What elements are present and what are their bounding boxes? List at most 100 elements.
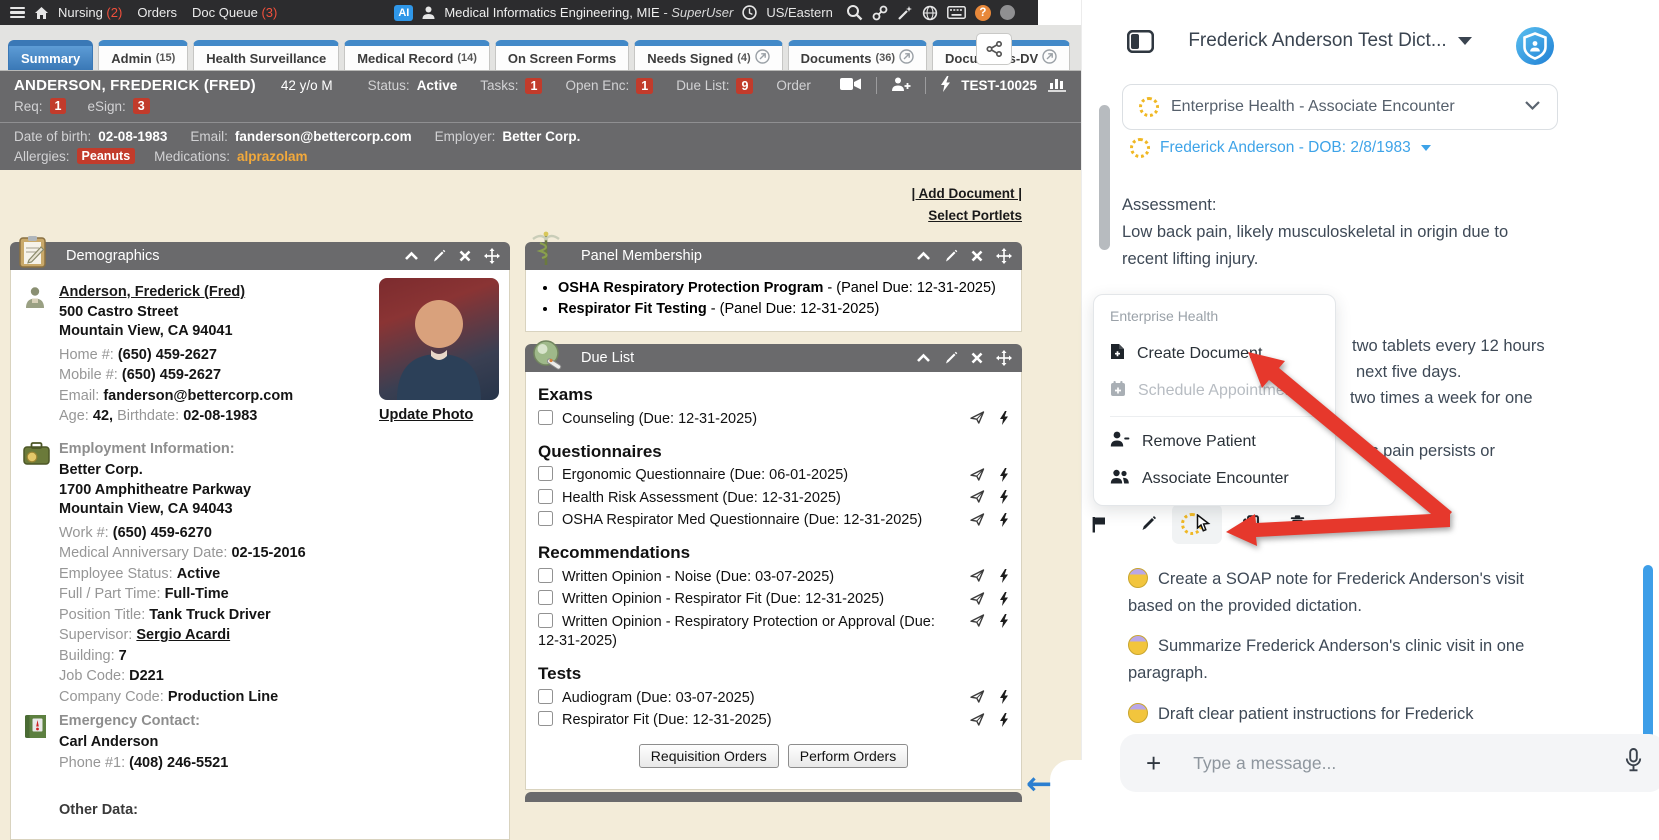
panel-membership-header[interactable]: Panel Membership xyxy=(525,242,1022,270)
timezone-label[interactable]: US/Eastern xyxy=(766,5,832,20)
update-photo-link[interactable]: Update Photo xyxy=(379,407,473,423)
keyboard-icon[interactable] xyxy=(947,6,966,19)
send-icon[interactable] xyxy=(970,713,985,734)
checkbox[interactable] xyxy=(538,511,553,526)
nav-doc-queue[interactable]: Doc Queue (3) xyxy=(192,5,277,20)
bolt-icon[interactable] xyxy=(940,76,951,95)
plus-icon[interactable]: + xyxy=(1146,750,1161,776)
checkbox[interactable] xyxy=(538,466,553,481)
assistant-scrollbar-thumb[interactable] xyxy=(1643,565,1653,740)
nav-nursing[interactable]: Nursing (2) xyxy=(58,5,122,20)
due-list-header[interactable]: Due List xyxy=(525,344,1022,372)
collapse-icon[interactable] xyxy=(404,251,419,261)
due-list-count-badge[interactable]: 9 xyxy=(736,78,753,94)
open-enc-count-badge[interactable]: 1 xyxy=(636,78,653,94)
bolt-icon[interactable] xyxy=(999,614,1009,635)
tab-summary[interactable]: Summary xyxy=(8,40,93,70)
send-icon[interactable] xyxy=(970,513,985,534)
tasks-count-badge[interactable]: 1 xyxy=(525,78,542,94)
tab-needs-signed[interactable]: Needs Signed(4) xyxy=(634,40,782,70)
send-icon[interactable] xyxy=(970,614,985,635)
context-selector[interactable]: Enterprise Health - Associate Encounter xyxy=(1122,84,1558,130)
collapse-icon[interactable] xyxy=(916,353,931,363)
ai-badge[interactable]: AI xyxy=(394,5,413,21)
trash-icon[interactable] xyxy=(1290,515,1305,537)
edit-icon[interactable] xyxy=(944,351,958,365)
caret-down-icon[interactable] xyxy=(1263,522,1273,540)
move-icon[interactable] xyxy=(996,248,1012,264)
perform-orders-button[interactable]: Perform Orders xyxy=(788,744,908,768)
send-icon[interactable] xyxy=(970,411,985,432)
send-icon[interactable] xyxy=(970,690,985,711)
close-icon[interactable] xyxy=(971,250,983,262)
wand-icon[interactable] xyxy=(897,5,913,21)
suggestion-item[interactable]: Create a SOAP note for Frederick Anderso… xyxy=(1128,566,1544,620)
send-icon[interactable] xyxy=(970,468,985,489)
supervisor-link[interactable]: Sergio Acardi xyxy=(136,627,230,643)
popout-icon[interactable] xyxy=(899,49,914,67)
back-icon[interactable]: ← xyxy=(1026,766,1052,802)
checkbox[interactable] xyxy=(538,711,553,726)
bolt-icon[interactable] xyxy=(999,490,1009,511)
add-document-link[interactable]: | Add Document | xyxy=(911,186,1022,201)
patient-name-link[interactable]: Anderson, Frederick (Fred) xyxy=(59,284,245,300)
collapse-icon[interactable] xyxy=(916,251,931,261)
mic-icon[interactable] xyxy=(1624,748,1643,778)
add-user-icon[interactable] xyxy=(891,77,911,95)
menu-item-remove-patient[interactable]: Remove Patient xyxy=(1110,423,1335,460)
bolt-icon[interactable] xyxy=(999,513,1009,534)
bolt-icon[interactable] xyxy=(999,411,1009,432)
checkbox[interactable] xyxy=(538,613,553,628)
panel-scrollbar-thumb[interactable] xyxy=(1099,105,1110,250)
suggestion-item[interactable]: Summarize Frederick Anderson's clinic vi… xyxy=(1128,633,1544,687)
menu-item-associate-encounter[interactable]: Associate Encounter xyxy=(1110,460,1335,497)
edit-icon[interactable] xyxy=(432,249,446,263)
checkbox[interactable] xyxy=(538,689,553,704)
edit-icon[interactable] xyxy=(1140,515,1157,537)
tab-medical-record[interactable]: Medical Record(14) xyxy=(344,40,490,70)
org-name[interactable]: Medical Informatics Engineering, MIE - S… xyxy=(444,5,733,20)
help-icon[interactable]: ? xyxy=(975,5,991,21)
clock-icon[interactable] xyxy=(742,5,757,20)
video-icon[interactable] xyxy=(840,77,862,94)
bolt-icon[interactable] xyxy=(999,569,1009,590)
close-icon[interactable] xyxy=(459,250,471,262)
checkbox[interactable] xyxy=(538,590,553,605)
order-link[interactable]: Order xyxy=(776,78,811,93)
suggestion-item[interactable]: Draft clear patient instructions for Fre… xyxy=(1128,701,1544,728)
esign-count-badge[interactable]: 3 xyxy=(133,98,150,114)
allergy-badge[interactable]: Peanuts xyxy=(77,148,136,164)
tab-on-screen-forms[interactable]: On Screen Forms xyxy=(495,40,629,70)
tab-health-surveillance[interactable]: Health Surveillance xyxy=(193,40,339,70)
bolt-icon[interactable] xyxy=(999,468,1009,489)
demographics-header[interactable]: Demographics xyxy=(10,242,510,270)
checkbox[interactable] xyxy=(538,489,553,504)
copy-icon[interactable] xyxy=(1243,515,1259,537)
bolt-icon[interactable] xyxy=(999,713,1009,734)
tab-documents[interactable]: Documents(36) xyxy=(788,40,927,70)
chart-icon[interactable] xyxy=(1047,76,1067,95)
checkbox[interactable] xyxy=(538,568,553,583)
chart-id[interactable]: TEST-10025 xyxy=(961,78,1037,93)
medication-link[interactable]: alprazolam xyxy=(237,149,308,164)
checkbox[interactable] xyxy=(538,410,553,425)
requisition-orders-button[interactable]: Requisition Orders xyxy=(639,744,779,768)
select-portlets-link[interactable]: Select Portlets xyxy=(928,208,1022,223)
nav-orders[interactable]: Orders xyxy=(137,5,177,20)
edit-icon[interactable] xyxy=(944,249,958,263)
send-icon[interactable] xyxy=(970,569,985,590)
flag-icon[interactable] xyxy=(1092,516,1107,538)
enterprise-health-action-button[interactable] xyxy=(1172,504,1222,544)
popout-icon[interactable] xyxy=(1042,49,1057,67)
globe-icon[interactable] xyxy=(922,5,938,21)
send-icon[interactable] xyxy=(970,490,985,511)
search-icon[interactable] xyxy=(846,4,863,21)
hamburger-icon[interactable] xyxy=(10,7,25,19)
close-icon[interactable] xyxy=(971,352,983,364)
move-icon[interactable] xyxy=(484,248,500,264)
bolt-icon[interactable] xyxy=(999,690,1009,711)
send-icon[interactable] xyxy=(970,592,985,613)
message-input[interactable] xyxy=(1191,752,1594,775)
menu-item-schedule-appointment[interactable]: Schedule Appointment xyxy=(1110,372,1335,409)
patient-context-dropdown[interactable]: Frederick Anderson - DOB: 2/8/1983 xyxy=(1130,138,1431,158)
